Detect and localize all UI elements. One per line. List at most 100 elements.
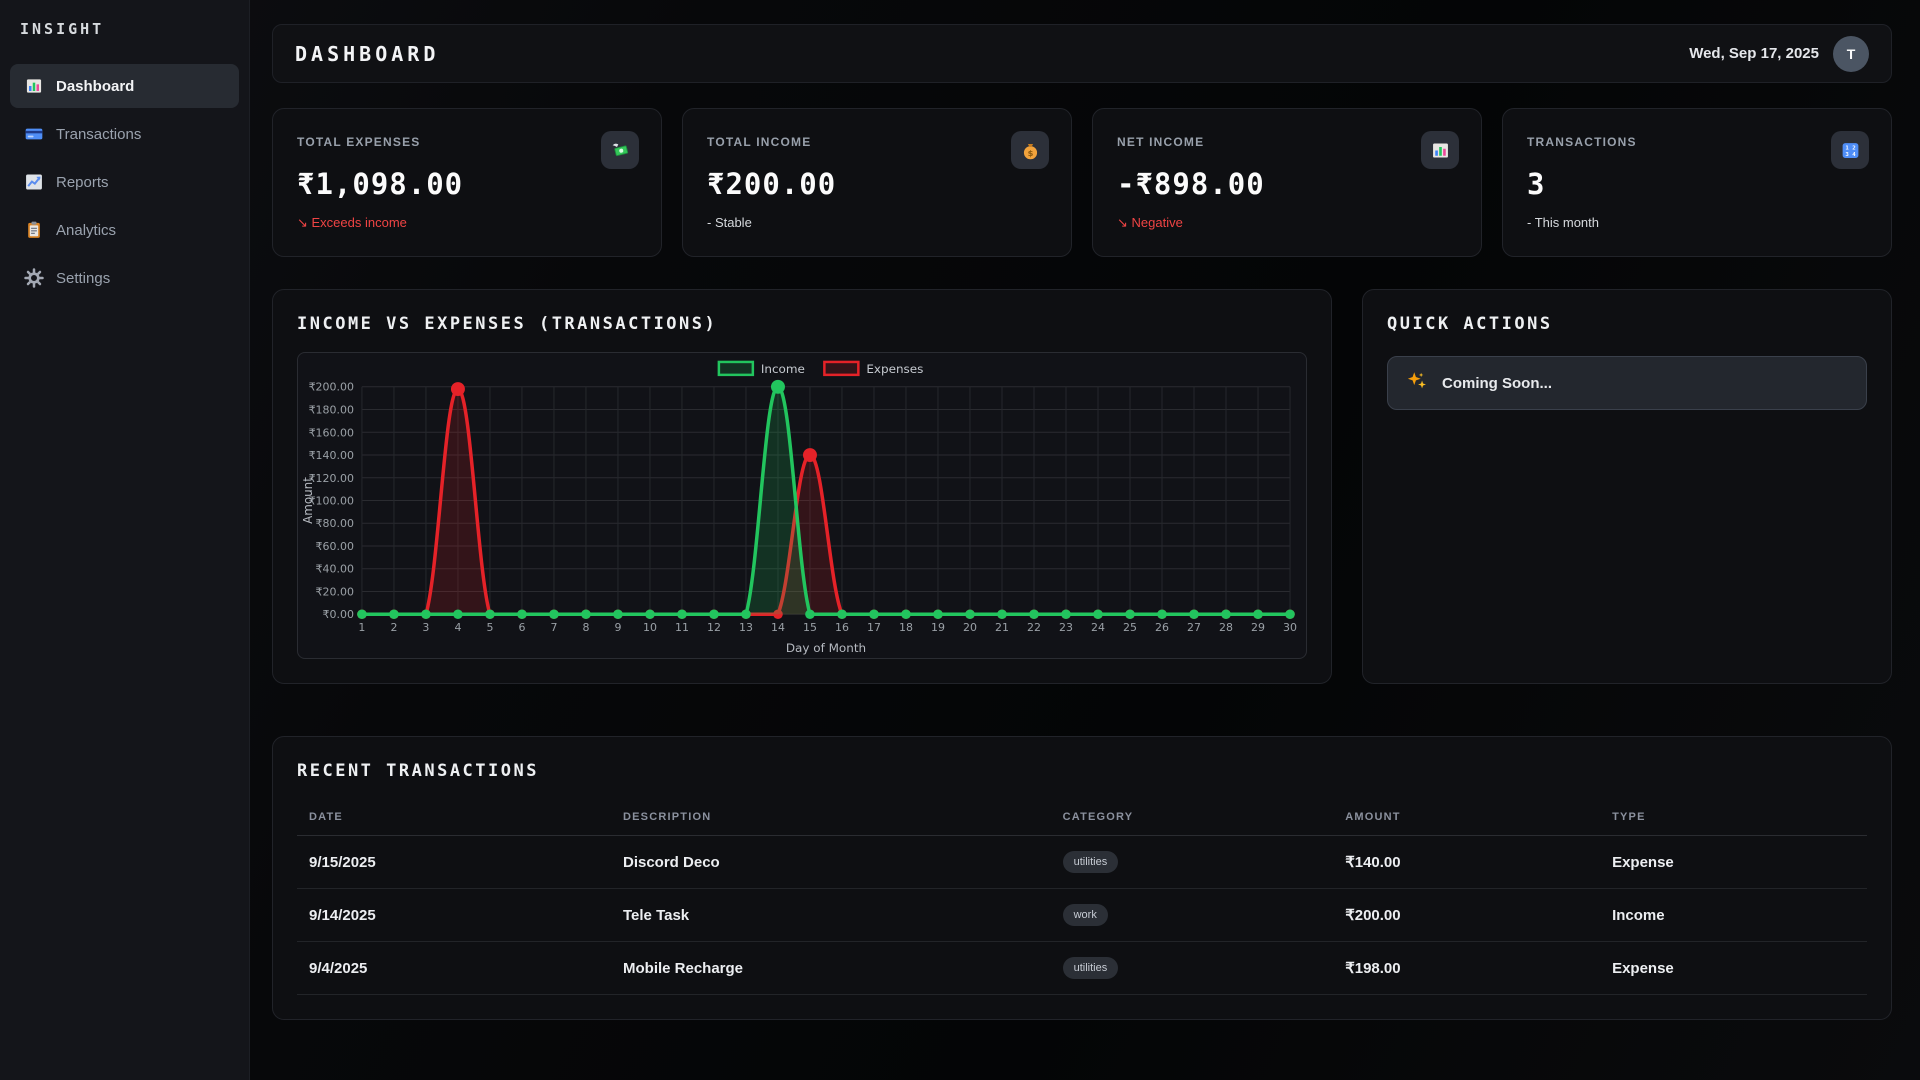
- cell-amount: ₹198.00: [1333, 942, 1600, 995]
- sidebar-item-label: Transactions: [56, 126, 141, 143]
- cell-category: utilities: [1051, 942, 1334, 995]
- svg-text:Amount: Amount: [301, 477, 315, 524]
- money-bag-icon: $: [1011, 131, 1049, 169]
- svg-text:12: 12: [707, 621, 721, 634]
- recent-transactions-panel: RECENT TRANSACTIONS DATE DESCRIPTION CAT…: [272, 736, 1892, 1020]
- cell-description: Tele Task: [611, 889, 1051, 942]
- stat-card-net-income: NET INCOME -₹898.00 ↘ Negative: [1092, 108, 1482, 257]
- stat-value: -₹898.00: [1117, 167, 1457, 201]
- column-header-category: CATEGORY: [1051, 801, 1334, 836]
- income-vs-expenses-panel: INCOME VS EXPENSES (TRANSACTIONS) ₹0.00 ₹…: [272, 289, 1332, 684]
- input-numbers-icon: 1 23 4: [1831, 131, 1869, 169]
- cell-type: Expense: [1600, 836, 1867, 889]
- stat-status: ↘ Exceeds income: [297, 215, 637, 231]
- svg-text:1 2: 1 2: [1845, 145, 1855, 151]
- stat-card-total-income: TOTAL INCOME $ ₹200.00 - Stable: [682, 108, 1072, 257]
- sidebar: INSIGHT Dashboard Transactions Reports A…: [0, 0, 250, 1080]
- svg-text:15: 15: [803, 621, 817, 634]
- svg-text:18: 18: [899, 621, 913, 634]
- cell-date: 9/4/2025: [297, 942, 611, 995]
- table-row: 9/14/2025 Tele Task work ₹200.00 Income: [297, 889, 1867, 942]
- svg-text:$: $: [1027, 147, 1033, 157]
- stat-label: TOTAL INCOME: [707, 135, 1047, 149]
- cell-date: 9/15/2025: [297, 836, 611, 889]
- avatar[interactable]: T: [1833, 36, 1869, 72]
- svg-text:7: 7: [550, 621, 557, 634]
- stat-value: ₹1,098.00: [297, 167, 637, 201]
- coming-soon-button[interactable]: Coming Soon...: [1387, 356, 1867, 410]
- sidebar-item-label: Dashboard: [56, 78, 134, 95]
- stat-status: - This month: [1527, 215, 1867, 230]
- stat-label: TOTAL EXPENSES: [297, 135, 637, 149]
- svg-text:₹80.00: ₹80.00: [316, 517, 354, 530]
- svg-text:₹60.00: ₹60.00: [316, 540, 354, 553]
- sidebar-item-analytics[interactable]: Analytics: [10, 208, 239, 252]
- svg-text:₹40.00: ₹40.00: [316, 563, 354, 576]
- charts-row: INCOME VS EXPENSES (TRANSACTIONS) ₹0.00 ₹…: [272, 289, 1892, 684]
- svg-text:8: 8: [582, 621, 589, 634]
- svg-text:29: 29: [1251, 621, 1265, 634]
- transactions-table: DATE DESCRIPTION CATEGORY AMOUNT TYPE 9/…: [297, 801, 1867, 995]
- category-badge: utilities: [1063, 957, 1119, 979]
- cell-description: Discord Deco: [611, 836, 1051, 889]
- svg-text:9: 9: [614, 621, 621, 634]
- svg-text:26: 26: [1155, 621, 1169, 634]
- svg-text:₹0.00: ₹0.00: [323, 608, 354, 621]
- stat-label: TRANSACTIONS: [1527, 135, 1867, 149]
- page-header: DASHBOARD Wed, Sep 17, 2025 T: [272, 24, 1892, 83]
- column-header-amount: AMOUNT: [1333, 801, 1600, 836]
- svg-text:24: 24: [1091, 621, 1105, 634]
- category-badge: utilities: [1063, 851, 1119, 873]
- credit-card-icon: [24, 124, 44, 144]
- stat-card-transactions: TRANSACTIONS 1 23 4 3 - This month: [1502, 108, 1892, 257]
- main-content: DASHBOARD Wed, Sep 17, 2025 T TOTAL EXPE…: [250, 0, 1920, 1080]
- table-header-row: DATE DESCRIPTION CATEGORY AMOUNT TYPE: [297, 801, 1867, 836]
- svg-text:27: 27: [1187, 621, 1201, 634]
- stat-status: - Stable: [707, 215, 1047, 230]
- cell-type: Expense: [1600, 942, 1867, 995]
- chart-canvas[interactable]: ₹0.00₹20.00₹40.00₹60.00₹80.00₹100.00₹120…: [297, 352, 1307, 659]
- column-header-type: TYPE: [1600, 801, 1867, 836]
- column-header-date: DATE: [297, 801, 611, 836]
- svg-text:₹120.00: ₹120.00: [309, 472, 354, 485]
- recent-transactions-title: RECENT TRANSACTIONS: [297, 761, 1867, 781]
- coming-soon-label: Coming Soon...: [1442, 375, 1552, 392]
- sparkles-icon: [1406, 370, 1428, 397]
- svg-text:2: 2: [390, 621, 397, 634]
- svg-text:₹200.00: ₹200.00: [309, 381, 354, 394]
- svg-text:3: 3: [422, 621, 429, 634]
- svg-text:4: 4: [454, 621, 461, 634]
- svg-text:₹180.00: ₹180.00: [309, 404, 354, 417]
- chart-title: INCOME VS EXPENSES (TRANSACTIONS): [297, 314, 1307, 334]
- bar-chart-icon: [24, 76, 44, 96]
- svg-text:Expenses: Expenses: [866, 362, 923, 376]
- category-badge: work: [1063, 904, 1108, 926]
- sidebar-item-dashboard[interactable]: Dashboard: [10, 64, 239, 108]
- svg-text:₹140.00: ₹140.00: [309, 449, 354, 462]
- svg-text:22: 22: [1027, 621, 1041, 634]
- svg-text:16: 16: [835, 621, 849, 634]
- clipboard-icon: [24, 220, 44, 240]
- table-row: 9/4/2025 Mobile Recharge utilities ₹198.…: [297, 942, 1867, 995]
- header-date: Wed, Sep 17, 2025: [1689, 45, 1819, 62]
- svg-text:17: 17: [867, 621, 881, 634]
- cell-category: utilities: [1051, 836, 1334, 889]
- svg-text:Day of Month: Day of Month: [786, 641, 866, 655]
- sidebar-item-transactions[interactable]: Transactions: [10, 112, 239, 156]
- svg-text:25: 25: [1123, 621, 1137, 634]
- cell-amount: ₹200.00: [1333, 889, 1600, 942]
- svg-text:28: 28: [1219, 621, 1233, 634]
- svg-text:5: 5: [486, 621, 493, 634]
- cell-description: Mobile Recharge: [611, 942, 1051, 995]
- line-chart: ₹0.00₹20.00₹40.00₹60.00₹80.00₹100.00₹120…: [298, 353, 1306, 658]
- svg-text:₹20.00: ₹20.00: [316, 586, 354, 599]
- sidebar-item-settings[interactable]: Settings: [10, 256, 239, 300]
- column-header-description: DESCRIPTION: [611, 801, 1051, 836]
- svg-text:30: 30: [1283, 621, 1297, 634]
- svg-text:19: 19: [931, 621, 945, 634]
- sidebar-item-label: Reports: [56, 174, 109, 191]
- sidebar-item-reports[interactable]: Reports: [10, 160, 239, 204]
- svg-text:3 4: 3 4: [1845, 151, 1856, 157]
- svg-text:14: 14: [771, 621, 785, 634]
- sidebar-item-label: Settings: [56, 270, 110, 287]
